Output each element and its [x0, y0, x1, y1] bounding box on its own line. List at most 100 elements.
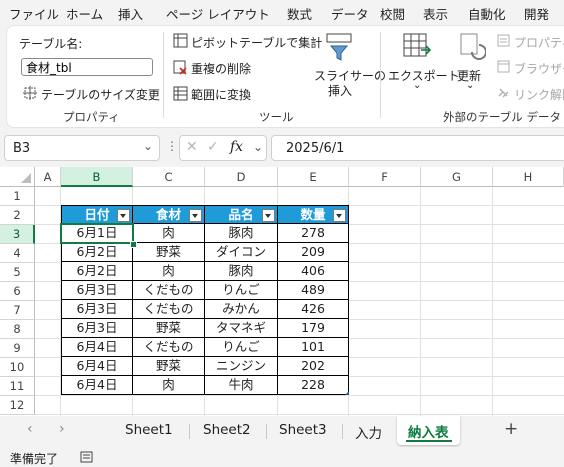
row-header[interactable]: 3: [0, 225, 35, 244]
date-cell[interactable]: 6月3日: [61, 319, 133, 338]
menu-data[interactable]: データ: [331, 4, 369, 23]
column-header-d[interactable]: D: [205, 167, 278, 187]
column-header-f[interactable]: F: [349, 167, 421, 187]
quantity-cell[interactable]: 228: [278, 376, 349, 395]
open-in-browser-button[interactable]: ブラウザー: [514, 60, 564, 77]
quantity-cell[interactable]: 101: [278, 338, 349, 357]
ingredient-cell[interactable]: 野菜: [133, 243, 205, 262]
pivot-summary-button[interactable]: ピボットテーブルで集計: [191, 34, 322, 51]
table-header-quantity[interactable]: 数量: [278, 205, 349, 224]
item-cell[interactable]: 牛肉: [205, 376, 278, 395]
table-resize-handle[interactable]: [345, 391, 349, 395]
ingredient-cell[interactable]: 野菜: [133, 319, 205, 338]
ingredient-cell[interactable]: 肉: [133, 224, 205, 243]
table-header-date[interactable]: 日付: [61, 205, 133, 224]
row-header[interactable]: 10: [0, 358, 35, 377]
date-cell[interactable]: 6月4日: [61, 338, 133, 357]
worksheet-grid[interactable]: A B C D E F G H 1 2 3 4 5 6 7 8 9 10 11 12 日付 食材 品名…: [0, 167, 564, 416]
table-name-input[interactable]: [21, 58, 153, 76]
menu-file[interactable]: ファイル: [9, 4, 59, 23]
menu-formulas[interactable]: 数式: [287, 4, 312, 23]
formula-input[interactable]: 2025/6/1: [271, 135, 564, 161]
add-sheet-icon[interactable]: +: [504, 419, 518, 439]
ingredient-cell[interactable]: くだもの: [133, 281, 205, 300]
row-header[interactable]: 4: [0, 244, 35, 263]
column-header-g[interactable]: G: [421, 167, 493, 187]
ingredient-cell[interactable]: くだもの: [133, 300, 205, 319]
quantity-cell[interactable]: 179: [278, 319, 349, 338]
more-options-icon[interactable]: ⋮: [166, 139, 178, 153]
column-header-c[interactable]: C: [133, 167, 205, 187]
row-header[interactable]: 6: [0, 282, 35, 301]
quantity-cell[interactable]: 202: [278, 357, 349, 376]
chevron-down-icon[interactable]: ⌄: [413, 80, 421, 91]
menu-insert[interactable]: 挿入: [118, 4, 143, 23]
row-header[interactable]: 7: [0, 301, 35, 320]
ingredient-cell[interactable]: 肉: [133, 262, 205, 281]
quantity-cell[interactable]: 406: [278, 262, 349, 281]
chevron-down-icon[interactable]: ⌄: [253, 140, 263, 154]
insert-function-icon[interactable]: fx: [230, 139, 243, 155]
item-cell[interactable]: 豚肉: [205, 262, 278, 281]
date-cell[interactable]: 6月4日: [61, 357, 133, 376]
row-header[interactable]: 9: [0, 339, 35, 358]
filter-dropdown-icon[interactable]: [117, 209, 130, 222]
filter-dropdown-icon[interactable]: [189, 209, 202, 222]
row-header[interactable]: 12: [0, 396, 35, 415]
quantity-cell[interactable]: 426: [278, 300, 349, 319]
column-header-a[interactable]: A: [35, 167, 61, 187]
menu-developer[interactable]: 開発: [524, 4, 549, 23]
convert-to-range-button[interactable]: 範囲に変換: [191, 86, 251, 103]
date-cell[interactable]: 6月2日: [61, 243, 133, 262]
column-header-b[interactable]: B: [61, 167, 133, 187]
export-button[interactable]: エクスポート: [388, 67, 460, 84]
remove-duplicates-button[interactable]: 重複の削除: [191, 60, 251, 77]
ingredient-cell[interactable]: くだもの: [133, 338, 205, 357]
unlink-button[interactable]: リンク解除: [514, 86, 564, 103]
row-header[interactable]: 11: [0, 377, 35, 396]
date-cell[interactable]: 6月3日: [61, 300, 133, 319]
cancel-icon[interactable]: ✕: [186, 139, 198, 155]
menu-review[interactable]: 校閲: [380, 4, 405, 23]
quantity-cell[interactable]: 278: [278, 224, 349, 243]
item-cell[interactable]: ニンジン: [205, 357, 278, 376]
item-cell[interactable]: 豚肉: [205, 224, 278, 243]
row-header[interactable]: 5: [0, 263, 35, 282]
date-cell[interactable]: 6月3日: [61, 281, 133, 300]
chevron-down-icon[interactable]: ⌄: [143, 139, 153, 153]
item-cell[interactable]: りんご: [205, 281, 278, 300]
sheet-tab-sheet1[interactable]: Sheet1: [125, 422, 173, 438]
column-header-h[interactable]: H: [493, 167, 564, 187]
filter-dropdown-icon[interactable]: [333, 209, 346, 222]
item-cell[interactable]: みかん: [205, 300, 278, 319]
name-box[interactable]: B3 ⌄: [4, 135, 160, 161]
enter-icon[interactable]: ✓: [207, 139, 219, 155]
chevron-down-icon[interactable]: ⌄: [466, 80, 474, 91]
scroll-right-icon[interactable]: ›: [59, 421, 65, 437]
properties-button[interactable]: プロパティ: [514, 34, 564, 51]
column-header-e[interactable]: E: [278, 167, 349, 187]
item-cell[interactable]: タマネギ: [205, 319, 278, 338]
menu-home[interactable]: ホーム: [66, 4, 103, 23]
fill-handle[interactable]: [130, 241, 137, 248]
quantity-cell[interactable]: 489: [278, 281, 349, 300]
ingredient-cell[interactable]: 肉: [133, 376, 205, 395]
row-header[interactable]: 1: [0, 187, 35, 206]
sheet-tab-sheet3[interactable]: Sheet3: [279, 422, 327, 438]
menu-page-layout[interactable]: ページ レイアウト: [166, 4, 270, 23]
item-cell[interactable]: ダイコン: [205, 243, 278, 262]
filter-dropdown-icon[interactable]: [262, 209, 275, 222]
sheet-tab-delivery[interactable]: 納入表: [397, 416, 460, 445]
table-header-item[interactable]: 品名: [205, 205, 278, 224]
quantity-cell[interactable]: 209: [278, 243, 349, 262]
date-cell[interactable]: 6月4日: [61, 376, 133, 395]
menu-automate[interactable]: 自動化: [468, 4, 506, 23]
row-header[interactable]: 8: [0, 320, 35, 339]
date-cell[interactable]: 6月1日: [61, 224, 133, 243]
select-all-corner[interactable]: [0, 167, 35, 187]
sheet-tab-input[interactable]: 入力: [355, 422, 382, 442]
scroll-left-icon[interactable]: ‹: [27, 421, 33, 437]
item-cell[interactable]: りんご: [205, 338, 278, 357]
menu-view[interactable]: 表示: [423, 4, 448, 23]
date-cell[interactable]: 6月2日: [61, 262, 133, 281]
